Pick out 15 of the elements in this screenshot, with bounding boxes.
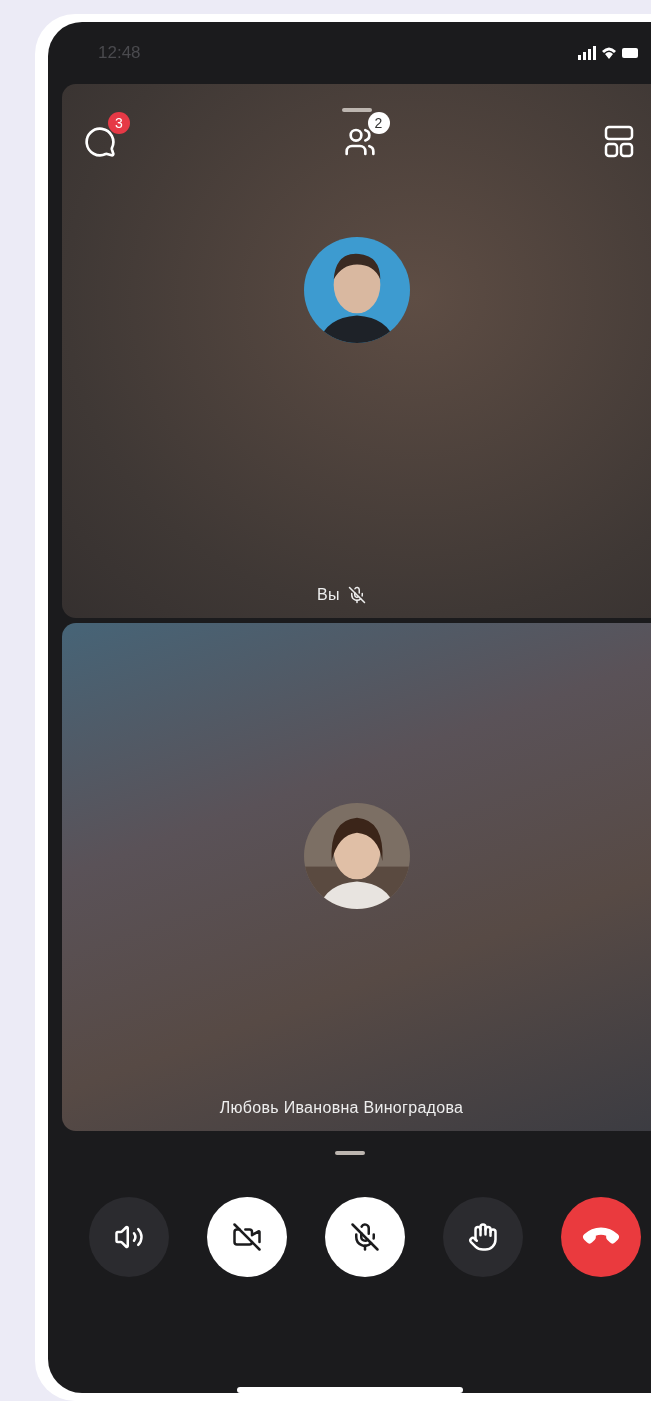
- participants-badge: 2: [367, 112, 390, 134]
- people-icon: [343, 126, 376, 158]
- camera-off-icon: [231, 1222, 262, 1252]
- drag-handle[interactable]: [334, 1151, 365, 1155]
- participants-button[interactable]: 2: [341, 112, 390, 160]
- hand-icon: [467, 1222, 498, 1252]
- layout-icon: [604, 125, 634, 159]
- participant-name: Любовь Ивановна Виноградова: [219, 1099, 464, 1117]
- status-icons: [578, 43, 638, 63]
- drag-handle[interactable]: [341, 108, 372, 112]
- chat-button[interactable]: 3: [82, 112, 130, 160]
- participant-name: Вы: [317, 586, 340, 604]
- mic-off-icon: [349, 1222, 380, 1252]
- chat-icon: [84, 126, 116, 158]
- chat-badge: 3: [108, 112, 130, 134]
